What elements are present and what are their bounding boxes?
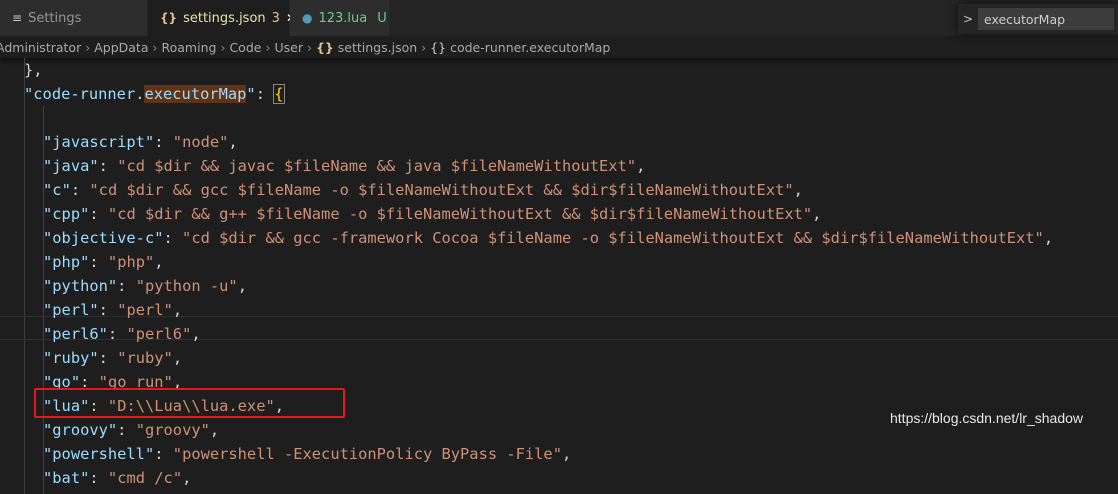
bracket-match: {	[273, 84, 285, 104]
breadcrumb-item[interactable]: AppData	[94, 40, 148, 55]
chevron-right-icon[interactable]: >	[958, 12, 978, 26]
breadcrumb-item[interactable]: code-runner.executorMap	[450, 40, 610, 55]
object-braces-icon: {}	[430, 39, 447, 55]
chevron-right-icon: ›	[220, 39, 226, 55]
code-line-perl6: "perl6": "perl6",	[43, 325, 201, 343]
breadcrumb-item[interactable]: Roaming	[162, 40, 217, 55]
code-line-powershell: "powershell": "powershell -ExecutionPoli…	[43, 445, 572, 463]
breadcrumb-item[interactable]: Code	[229, 40, 261, 55]
json-value: php	[117, 253, 146, 271]
tab-label: settings.json	[183, 10, 266, 26]
tab-label: Settings	[28, 10, 82, 26]
json-value: cd $dir && g++ $fileName -o $fileNameWit…	[117, 205, 803, 223]
json-key: java	[52, 157, 90, 175]
problems-badge: 3	[271, 10, 280, 26]
code-line-executormap: "code-runner.executorMap": {	[24, 84, 285, 104]
json-braces-icon: {}	[160, 11, 178, 25]
json-value: cd $dir && gcc -framework Cocoa $fileNam…	[191, 229, 1035, 247]
code-line-bat: "bat": "cmd /c",	[43, 469, 192, 487]
json-key: cpp	[52, 205, 81, 223]
json-key: javascript	[52, 133, 145, 151]
menu-icon: ≡	[12, 11, 23, 25]
json-key: powershell	[52, 445, 145, 463]
json-value: cd $dir && javac $fileName && java $file…	[126, 157, 627, 175]
json-key: ruby	[52, 349, 90, 367]
json-value: cmd /c	[117, 469, 173, 487]
json-key: objective-c	[52, 229, 155, 247]
json-value: perl6	[135, 325, 183, 343]
chevron-right-icon: ›	[306, 39, 312, 55]
chevron-right-icon: ›	[265, 39, 271, 55]
code-line-javascript: "javascript": "node",	[43, 133, 238, 151]
find-input[interactable]	[978, 8, 1114, 30]
chevron-right-icon: ›	[152, 39, 158, 55]
json-braces-icon: {}	[315, 39, 334, 55]
code-line-c: "c": "cd $dir && gcc $fileName -o $fileN…	[43, 181, 803, 199]
annotation-highlight-box	[34, 388, 345, 418]
search-match: executorMap	[144, 85, 247, 103]
code-line-ruby: "ruby": "ruby",	[43, 349, 183, 367]
tab-label: 123.lua	[318, 10, 368, 26]
json-key: c	[52, 181, 62, 199]
code-line-groovy: "groovy": "groovy",	[43, 421, 220, 439]
code-line-perl: "perl": "perl",	[43, 301, 183, 319]
code-line-cpp: "cpp": "cd $dir && g++ $fileName -o $fil…	[43, 205, 822, 223]
lua-icon: ●	[302, 11, 313, 25]
json-value: perl	[126, 301, 164, 319]
breadcrumb-item[interactable]: Administrator	[0, 40, 81, 55]
find-widget: >	[958, 4, 1118, 34]
json-key: groovy	[52, 421, 108, 439]
indent-guide	[24, 58, 25, 494]
watermark-text: https://blog.csdn.net/lr_shadow	[890, 410, 1084, 426]
code-line-python: "python": "python -u",	[43, 277, 247, 295]
json-value: powershell -ExecutionPolicy ByPass -File	[182, 445, 553, 463]
json-key: python	[52, 277, 108, 295]
json-key: perl6	[52, 325, 99, 343]
json-key: perl	[52, 301, 90, 319]
untracked-status-badge: U	[377, 10, 387, 26]
json-value: python -u	[145, 277, 229, 295]
code-line: },	[24, 61, 43, 79]
breadcrumb-item[interactable]: settings.json	[338, 40, 417, 55]
json-key: php	[52, 253, 81, 271]
tab-settings[interactable]: ≡ Settings	[0, 0, 148, 36]
chevron-right-icon: ›	[85, 39, 91, 55]
tab-bar: ≡ Settings {} settings.json 3 ✕ ● 123.lu…	[0, 0, 1118, 36]
code-line-java: "java": "cd $dir && javac $fileName && j…	[43, 157, 646, 175]
code-line-objective-c: "objective-c": "cd $dir && gcc -framewor…	[43, 229, 1054, 247]
json-value: cd $dir && gcc $fileName -o $fileNameWit…	[98, 181, 785, 199]
code-line-php: "php": "php",	[43, 253, 164, 271]
json-value: ruby	[126, 349, 164, 367]
json-value: groovy	[145, 421, 201, 439]
json-value: node	[182, 133, 220, 151]
chevron-right-icon: ›	[421, 39, 427, 55]
code-editor[interactable]: }, "code-runner.executorMap": { "javascr…	[0, 58, 1118, 494]
breadcrumb: Administrator › AppData › Roaming › Code…	[0, 36, 1118, 58]
tab-settings-json[interactable]: {} settings.json 3 ✕	[148, 0, 296, 36]
json-key: bat	[52, 469, 81, 487]
tab-123-lua[interactable]: ● 123.lua U	[290, 0, 390, 36]
breadcrumb-item[interactable]: User	[274, 40, 303, 55]
